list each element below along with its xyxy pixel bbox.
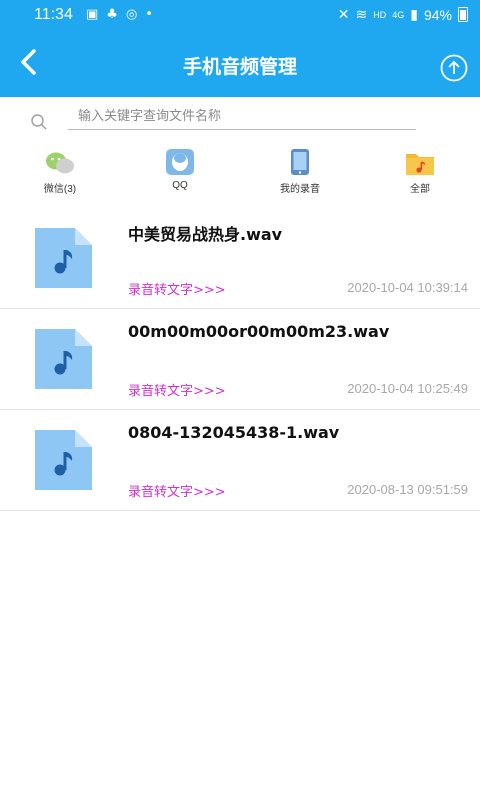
file-name: 0804-132045438-1.wav bbox=[128, 423, 340, 442]
file-name: 00m00m00or00m00m23.wav bbox=[128, 322, 390, 341]
gallery-icon: ▣ bbox=[86, 7, 99, 22]
category-qq[interactable]: QQ bbox=[135, 148, 225, 194]
category-wechat[interactable]: 微信(3) bbox=[15, 148, 105, 195]
convert-to-text-link[interactable]: 录音转文字>>> bbox=[128, 279, 226, 298]
file-name: 中美贸易战热身.wav bbox=[128, 225, 283, 244]
convert-to-text-link[interactable]: 录音转文字>>> bbox=[128, 481, 226, 500]
search-bar bbox=[0, 97, 480, 137]
battery-percent: 94% bbox=[423, 6, 452, 23]
list-item[interactable]: 中美贸易战热身.wav 录音转文字>>> 2020-10-04 10:39:14 bbox=[0, 208, 480, 309]
file-timestamp: 2020-08-13 09:51:59 bbox=[347, 482, 468, 497]
category-label: QQ bbox=[172, 180, 188, 191]
mute-icon: ✕ bbox=[337, 6, 350, 22]
signal-icon: ▮ bbox=[410, 6, 418, 22]
audio-file-icon bbox=[35, 430, 92, 490]
status-bar: 11:34 ▣ ♣ ◎ • ✕ ≋ HD 4G ▮ 94% bbox=[0, 0, 480, 30]
list-item[interactable]: 00m00m00or00m00m23.wav 录音转文字>>> 2020-10-… bbox=[0, 309, 480, 410]
wifi-icon: ≋ bbox=[355, 6, 368, 22]
category-label: 微信(3) bbox=[43, 184, 77, 195]
hd-label: HD bbox=[373, 9, 387, 20]
audio-file-icon bbox=[35, 228, 92, 288]
page-title: 手机音频管理 bbox=[182, 56, 297, 78]
search-input[interactable] bbox=[68, 103, 416, 130]
upload-icon[interactable] bbox=[440, 54, 468, 82]
notification-icon: ♣ bbox=[106, 7, 118, 22]
audio-file-icon bbox=[35, 329, 92, 389]
category-bar: 微信(3) QQ 我的录音 全部 bbox=[0, 148, 480, 196]
category-all[interactable]: 全部 bbox=[375, 148, 465, 195]
dot-icon: • bbox=[145, 7, 153, 22]
folder-icon bbox=[406, 154, 434, 175]
convert-to-text-link[interactable]: 录音转文字>>> bbox=[128, 380, 226, 399]
network-label: 4G bbox=[392, 9, 405, 20]
wechat-icon bbox=[46, 152, 74, 174]
category-label: 我的录音 bbox=[280, 184, 320, 195]
sync-icon: ◎ bbox=[125, 7, 138, 22]
search-icon bbox=[31, 114, 47, 130]
system-icons: ✕ ≋ HD 4G ▮ 94% bbox=[338, 6, 468, 23]
file-timestamp: 2020-10-04 10:25:49 bbox=[347, 381, 468, 396]
notification-icons: ▣ ♣ ◎ • bbox=[86, 7, 153, 22]
file-timestamp: 2020-10-04 10:39:14 bbox=[347, 280, 468, 295]
audio-file-list: 中美贸易战热身.wav 录音转文字>>> 2020-10-04 10:39:14… bbox=[0, 208, 480, 511]
category-my-recordings[interactable]: 我的录音 bbox=[255, 148, 345, 195]
list-item[interactable]: 0804-132045438-1.wav 录音转文字>>> 2020-08-13… bbox=[0, 410, 480, 511]
battery-icon bbox=[458, 7, 468, 22]
phone-icon bbox=[291, 149, 309, 175]
app-header: 手机音频管理 bbox=[0, 30, 480, 97]
status-time: 11:34 bbox=[34, 6, 73, 23]
qq-icon bbox=[166, 149, 194, 175]
category-label: 全部 bbox=[410, 184, 430, 195]
